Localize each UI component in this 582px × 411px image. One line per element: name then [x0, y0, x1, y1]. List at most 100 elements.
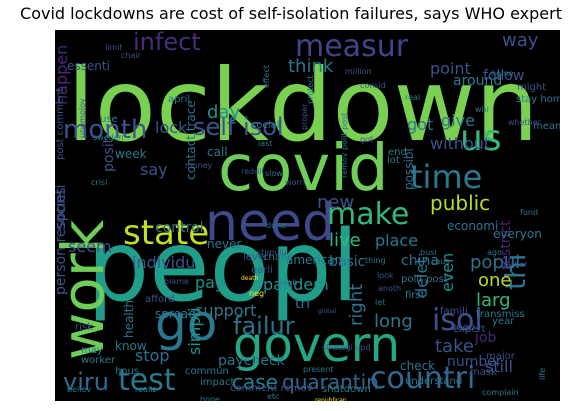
word-cloud-word: consid	[360, 81, 386, 90]
word-cloud-word: busi	[420, 248, 437, 257]
word-cloud-word: remov polit post	[340, 113, 349, 178]
word-cloud-word: infect	[133, 30, 201, 56]
word-cloud-word: realiz	[135, 385, 157, 394]
word-cloud-word: high	[280, 278, 297, 287]
word-cloud-word: economi	[447, 219, 498, 233]
word-cloud-word: complain	[482, 388, 519, 397]
word-cloud-word: ago	[487, 248, 502, 257]
word-cloud-word: done	[266, 221, 286, 230]
word-cloud-word: crisi	[91, 178, 107, 187]
word-cloud-word: know	[115, 339, 147, 353]
word-cloud-word: individu	[132, 253, 195, 272]
word-cloud-word: home	[491, 69, 514, 78]
word-cloud-word: major	[486, 351, 516, 362]
word-cloud-word: everyon	[493, 227, 542, 241]
word-cloud-word: impact	[200, 377, 234, 388]
word-cloud-word: hope	[200, 395, 220, 401]
word-cloud-word: got	[407, 115, 433, 134]
word-cloud-word: say	[140, 160, 168, 179]
word-cloud-word: look	[377, 271, 394, 280]
word-cloud-word: life	[538, 368, 547, 380]
word-cloud-word: larg	[476, 290, 511, 311]
word-cloud-word: gather	[501, 260, 528, 269]
word-cloud-word: public	[430, 191, 490, 215]
word-cloud-word: april	[168, 94, 190, 105]
word-cloud-word: anoth	[378, 284, 401, 293]
word-cloud-word: blame	[164, 277, 189, 286]
word-cloud-word: death	[241, 275, 259, 282]
word-cloud-word: essenti	[67, 59, 110, 73]
word-cloud-word: believ	[67, 385, 91, 394]
word-cloud-word: effect	[262, 65, 271, 88]
word-cloud-word: present	[303, 365, 333, 374]
word-cloud-word: famili	[440, 306, 468, 317]
word-cloud-word: spread	[155, 307, 196, 321]
word-cloud-word: understand	[405, 376, 462, 387]
word-cloud-word: way	[502, 30, 539, 51]
word-cloud-word: etc	[267, 392, 279, 401]
word-cloud-word: expert	[453, 324, 486, 335]
word-cloud-word: reddit	[241, 167, 265, 176]
word-cloud-word: first	[405, 290, 425, 301]
word-cloud-word: stimulu	[257, 248, 287, 257]
word-cloud-word: person respons	[55, 188, 69, 295]
word-cloud-word: right	[346, 284, 367, 326]
word-cloud-word: fund	[520, 208, 538, 217]
word-cloud-word: hous	[115, 366, 139, 377]
word-cloud-word: give	[441, 111, 475, 130]
word-cloud-word: call	[207, 145, 228, 159]
word-cloud-word: strategi upd	[322, 343, 371, 352]
word-cloud-word: one	[478, 270, 512, 291]
word-cloud-word: worri	[285, 178, 305, 187]
word-cloud-word: worker	[81, 355, 116, 366]
word-cloud-word: never	[207, 237, 241, 251]
word-cloud-word: support	[195, 301, 256, 320]
word-cloud-word: sweden	[93, 133, 124, 142]
word-cloud-word: health	[122, 300, 136, 338]
word-cloud-word: risk	[75, 322, 93, 333]
word-cloud-word: afford	[145, 294, 174, 305]
word-cloud-word: million	[345, 67, 372, 76]
word-cloud-word: whi	[475, 105, 489, 114]
word-cloud-word: protect	[306, 75, 315, 104]
word-cloud-word: republican	[315, 397, 347, 401]
word-cloud-word: social	[251, 120, 280, 131]
word-cloud-word: chair	[121, 51, 142, 60]
word-cloud-word: caus	[431, 257, 450, 266]
word-cloud-word: thing	[365, 256, 386, 265]
word-cloud-word: got	[360, 135, 373, 144]
word-cloud-word: control	[155, 220, 204, 236]
word-cloud-word: check	[400, 359, 435, 373]
word-cloud-word: new	[317, 192, 354, 213]
word-cloud-word: long	[374, 311, 413, 332]
word-cloud-word: might	[517, 82, 546, 93]
word-cloud-word: neg	[249, 289, 264, 298]
word-cloud-word: end	[388, 147, 407, 158]
word-cloud-word: use	[100, 114, 118, 125]
word-cloud-word: place	[375, 231, 418, 250]
word-cloud-word: live	[329, 230, 361, 251]
word-cloud-word: real	[405, 93, 420, 102]
word-cloud-word: stay home	[516, 94, 560, 105]
word-cloud-word: let	[375, 298, 385, 307]
word-cloud-word: without	[430, 134, 490, 153]
word-cloud-word: polit post	[401, 274, 448, 285]
word-cloud-word: american	[286, 253, 342, 267]
page-title: Covid lockdowns are cost of self-isolati…	[20, 4, 562, 23]
word-cloud-word: post comment	[55, 88, 66, 160]
word-cloud-word: tri	[295, 296, 310, 312]
word-cloud-word: shutdown	[322, 384, 371, 395]
word-cloud-word: pay	[195, 273, 224, 292]
word-cloud-word: proper	[300, 103, 309, 130]
word-cloud-word: think	[288, 56, 334, 77]
word-cloud-word: unemploy	[78, 98, 87, 138]
word-cloud-word: whether	[508, 118, 542, 127]
word-cloud-word: week	[115, 147, 147, 161]
word-cloud: lockdown peopl covid work need govern go time us…	[55, 30, 560, 401]
word-cloud-svg: lockdownpeoplcovidwork needgoverngotimeus…	[55, 30, 560, 401]
word-cloud-word: year	[492, 316, 515, 327]
word-cloud-word: money	[185, 161, 213, 170]
word-cloud-word: slow	[265, 169, 283, 178]
word-cloud-word: commun	[185, 366, 229, 377]
word-cloud-word: last	[258, 139, 272, 148]
